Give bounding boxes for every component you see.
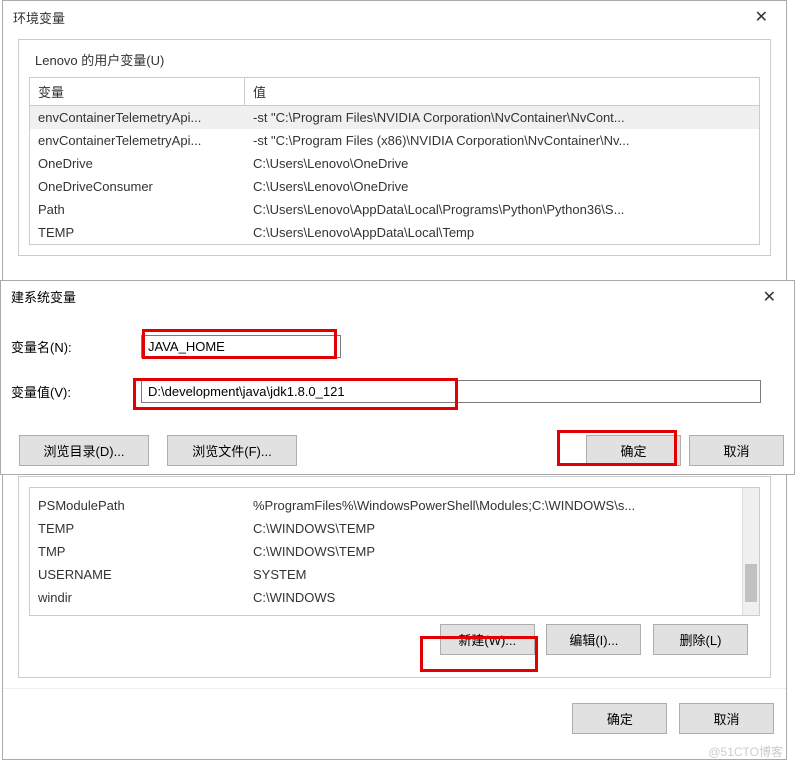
browse-file-button[interactable]: 浏览文件(F)... — [167, 435, 297, 466]
env-dialog-titlebar: 环境变量 ✕ — [3, 1, 786, 33]
col-value[interactable]: 值 — [245, 78, 759, 105]
env-ok-button[interactable]: 确定 — [572, 703, 667, 734]
var-value-label: 变量值(V): — [11, 382, 141, 401]
table-row[interactable]: USERNAMESYSTEM — [30, 563, 759, 586]
env-cancel-button[interactable]: 取消 — [679, 703, 774, 734]
var-value-cell: C:\Users\Lenovo\AppData\Local\Programs\P… — [245, 200, 759, 219]
user-vars-body: envContainerTelemetryApi...-st "C:\Progr… — [30, 106, 759, 244]
table-row[interactable]: envContainerTelemetryApi...-st "C:\Progr… — [30, 106, 759, 129]
table-row[interactable]: PathC:\Users\Lenovo\AppData\Local\Progra… — [30, 198, 759, 221]
close-icon[interactable]: ✕ — [755, 287, 784, 307]
env-dialog-footer: 确定 取消 — [3, 688, 786, 746]
var-name-row: 变量名(N): — [1, 331, 794, 362]
var-name-cell: envContainerTelemetryApi... — [30, 108, 245, 127]
var-value-cell: %ProgramFiles%\WindowsPowerShell\Modules… — [245, 496, 759, 515]
new-var-cancel-button[interactable]: 取消 — [689, 435, 784, 466]
new-var-titlebar: 建系统变量 ✕ — [1, 281, 794, 313]
table-row[interactable]: OneDriveC:\Users\Lenovo\OneDrive — [30, 152, 759, 175]
scrollbar[interactable] — [742, 488, 759, 615]
system-vars-group: PSModulePath%ProgramFiles%\WindowsPowerS… — [18, 476, 771, 678]
var-name-cell: windir — [30, 588, 245, 607]
new-var-ok-button[interactable]: 确定 — [586, 435, 681, 466]
user-vars-header: 变量 值 — [30, 78, 759, 106]
table-row[interactable]: envContainerTelemetryApi...-st "C:\Progr… — [30, 129, 759, 152]
user-vars-group: Lenovo 的用户变量(U) 变量 值 envContainerTelemet… — [18, 39, 771, 256]
var-name-cell: envContainerTelemetryApi... — [30, 131, 245, 150]
var-value-input[interactable] — [141, 380, 761, 403]
close-icon[interactable]: ✕ — [747, 7, 776, 27]
var-name-cell: TMP — [30, 542, 245, 561]
var-name-cell: USERNAME — [30, 565, 245, 584]
browse-dir-button[interactable]: 浏览目录(D)... — [19, 435, 149, 466]
system-vars-buttons: 新建(W)... 编辑(I)... 删除(L) — [29, 616, 760, 667]
var-name-input[interactable] — [141, 335, 341, 358]
system-vars-table[interactable]: PSModulePath%ProgramFiles%\WindowsPowerS… — [29, 487, 760, 616]
delete-sys-button[interactable]: 删除(L) — [653, 624, 748, 655]
scroll-thumb[interactable] — [745, 564, 757, 602]
table-row[interactable]: PSModulePath%ProgramFiles%\WindowsPowerS… — [30, 494, 759, 517]
var-name-label: 变量名(N): — [11, 337, 141, 356]
env-dialog-title: 环境变量 — [13, 8, 65, 27]
var-value-cell: C:\WINDOWS\TEMP — [245, 519, 759, 538]
edit-sys-button[interactable]: 编辑(I)... — [546, 624, 641, 655]
col-variable[interactable]: 变量 — [30, 78, 245, 105]
var-value-cell: -st "C:\Program Files (x86)\NVIDIA Corpo… — [245, 131, 759, 150]
var-name-cell: OneDriveConsumer — [30, 177, 245, 196]
watermark: @51CTO博客 — [708, 743, 783, 760]
user-vars-title: Lenovo 的用户变量(U) — [29, 50, 760, 69]
var-name-cell: Path — [30, 200, 245, 219]
var-name-cell: PSModulePath — [30, 496, 245, 515]
new-var-dialog: 建系统变量 ✕ 变量名(N): 变量值(V): 浏览目录(D)... 浏览文件(… — [0, 280, 795, 475]
table-row[interactable]: TEMPC:\Users\Lenovo\AppData\Local\Temp — [30, 221, 759, 244]
table-row[interactable]: windirC:\WINDOWS — [30, 586, 759, 609]
var-value-cell: C:\WINDOWS\TEMP — [245, 542, 759, 561]
var-name-cell: OneDrive — [30, 154, 245, 173]
table-row[interactable]: OneDriveConsumerC:\Users\Lenovo\OneDrive — [30, 175, 759, 198]
var-value-cell: -st "C:\Program Files\NVIDIA Corporation… — [245, 108, 759, 127]
var-name-cell: TEMP — [30, 223, 245, 242]
var-value-cell: C:\WINDOWS — [245, 588, 759, 607]
var-value-row: 变量值(V): — [1, 376, 794, 407]
system-vars-body: PSModulePath%ProgramFiles%\WindowsPowerS… — [30, 488, 759, 615]
var-value-cell: C:\Users\Lenovo\OneDrive — [245, 154, 759, 173]
new-var-buttons: 浏览目录(D)... 浏览文件(F)... 确定 取消 — [1, 425, 794, 476]
new-var-title: 建系统变量 — [11, 287, 76, 307]
table-row[interactable]: TEMPC:\WINDOWS\TEMP — [30, 517, 759, 540]
var-value-cell: SYSTEM — [245, 565, 759, 584]
var-value-cell: C:\Users\Lenovo\AppData\Local\Temp — [245, 223, 759, 242]
var-name-cell: TEMP — [30, 519, 245, 538]
var-value-cell: C:\Users\Lenovo\OneDrive — [245, 177, 759, 196]
new-sys-button[interactable]: 新建(W)... — [440, 624, 535, 655]
table-row[interactable]: TMPC:\WINDOWS\TEMP — [30, 540, 759, 563]
user-vars-table[interactable]: 变量 值 envContainerTelemetryApi...-st "C:\… — [29, 77, 760, 245]
